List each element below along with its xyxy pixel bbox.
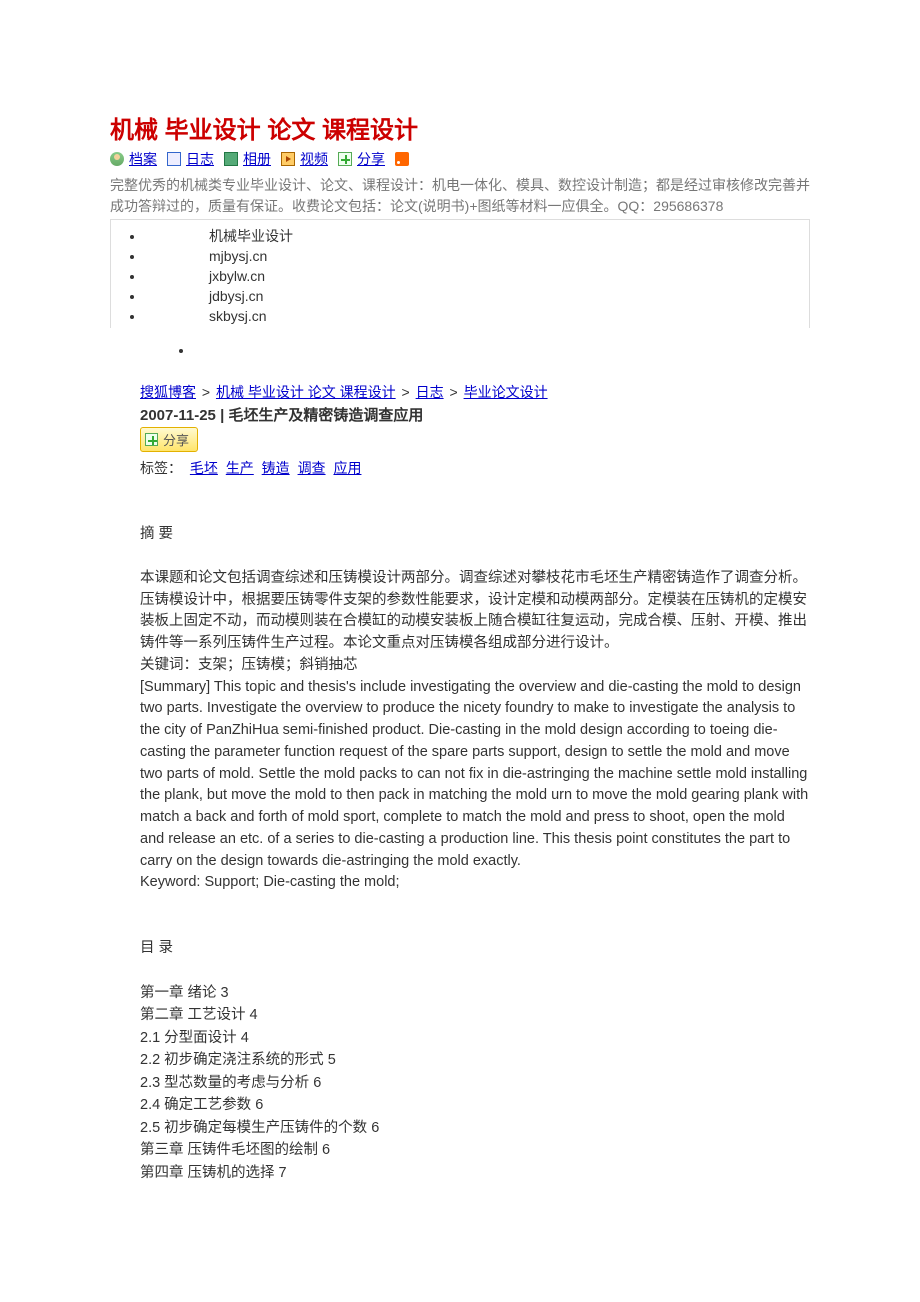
toc-item: 2.1 分型面设计 4 — [140, 1027, 810, 1049]
tab-share[interactable]: 分享 — [357, 149, 385, 169]
toc-item: 2.2 初步确定浇注系统的形式 5 — [140, 1049, 810, 1071]
tab-album[interactable]: 相册 — [243, 149, 271, 169]
book-icon — [167, 152, 181, 166]
abstract-en: [Summary] This topic and thesis's includ… — [140, 677, 810, 873]
sidebar-item[interactable]: 机械毕业设计 — [145, 226, 809, 246]
toc-item: 2.5 初步确定每模生产压铸件的个数 6 — [140, 1117, 810, 1139]
tags-row: 标签： 毛坯 生产 铸造 调查 应用 — [140, 458, 810, 478]
sidebar-item[interactable]: jxbylw.cn — [145, 266, 809, 286]
share-label: 分享 — [163, 430, 189, 449]
breadcrumb-sep: > — [402, 384, 410, 400]
plus-icon — [338, 152, 352, 166]
tag-link[interactable]: 毛坯 — [190, 460, 218, 476]
abstract-cn: 本课题和论文包括调查综述和压铸模设计两部分。调查综述对攀枝花市毛坯生产精密铸造作… — [140, 568, 810, 655]
tag-link[interactable]: 应用 — [333, 460, 361, 476]
sidebar-item[interactable]: skbysj.cn — [145, 306, 809, 326]
breadcrumb-posts[interactable]: 日志 — [416, 384, 444, 400]
tag-link[interactable]: 铸造 — [262, 460, 290, 476]
tab-posts[interactable]: 日志 — [186, 149, 214, 169]
breadcrumb-sep: > — [202, 384, 210, 400]
photo-icon — [224, 152, 238, 166]
tab-profile[interactable]: 档案 — [129, 149, 157, 169]
breadcrumb: 搜狐博客 > 机械 毕业设计 论文 课程设计 > 日志 > 毕业论文设计 — [140, 382, 810, 402]
abstract-heading: 摘 要 — [140, 524, 810, 546]
keywords-en: Keyword: Support; Die-casting the mold; — [140, 872, 810, 894]
tag-link[interactable]: 调查 — [298, 460, 326, 476]
post-title: 2007-11-25 | 毛坯生产及精密铸造调查应用 — [140, 404, 810, 425]
toc-item: 第四章 压铸机的选择 7 — [140, 1162, 810, 1184]
plus-icon — [145, 433, 158, 446]
blog-tab-nav: 档案 日志 相册 视频 分享 — [110, 149, 810, 169]
toc-item: 2.3 型芯数量的考虑与分析 6 — [140, 1072, 810, 1094]
blog-description: 完整优秀的机械类专业毕业设计、论文、课程设计：机电一体化、模具、数控设计制造；都… — [110, 175, 810, 220]
toc-heading: 目 录 — [140, 938, 810, 960]
sidebar-item[interactable]: jdbysj.cn — [145, 286, 809, 306]
breadcrumb-sep: > — [450, 384, 458, 400]
tag-link[interactable]: 生产 — [226, 460, 254, 476]
blog-title: 机械 毕业设计 论文 课程设计 — [110, 110, 810, 145]
rss-icon[interactable] — [395, 152, 409, 166]
user-icon — [110, 152, 124, 166]
toc-item: 第一章 绪论 3 — [140, 982, 810, 1004]
share-button[interactable]: 分享 — [140, 427, 198, 452]
post-body: 摘 要 本课题和论文包括调查综述和压铸模设计两部分。调查综述对攀枝花市毛坯生产精… — [140, 524, 810, 1184]
empty-list-bullet — [154, 342, 810, 358]
toc-item: 第二章 工艺设计 4 — [140, 1004, 810, 1026]
tab-video[interactable]: 视频 — [300, 149, 328, 169]
breadcrumb-home[interactable]: 搜狐博客 — [140, 384, 196, 400]
toc-item: 第三章 压铸件毛坯图的绘制 6 — [140, 1139, 810, 1161]
sidebar-item[interactable]: mjbysj.cn — [145, 246, 809, 266]
keywords-cn: 关键词：支架；压铸模；斜销抽芯 — [140, 655, 810, 677]
video-icon — [281, 152, 295, 166]
breadcrumb-category[interactable]: 毕业论文设计 — [464, 384, 548, 400]
tags-label: 标签： — [140, 460, 182, 476]
sidebar-list: 机械毕业设计 mjbysj.cn jxbylw.cn jdbysj.cn skb… — [145, 226, 809, 326]
breadcrumb-blog[interactable]: 机械 毕业设计 论文 课程设计 — [216, 384, 396, 400]
toc-item: 2.4 确定工艺参数 6 — [140, 1094, 810, 1116]
